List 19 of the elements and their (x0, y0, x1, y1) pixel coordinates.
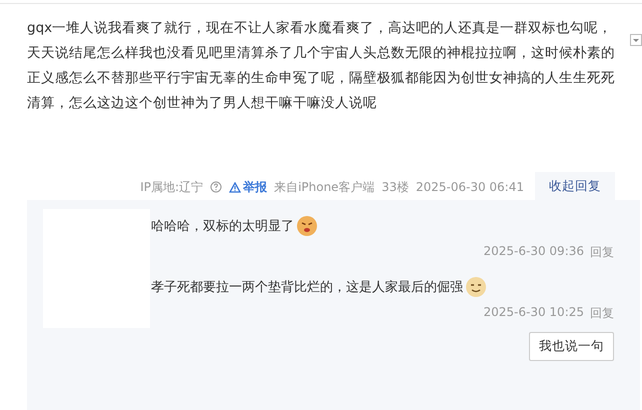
reply-text: 哈哈哈，双标的太明显了 (151, 218, 294, 235)
reply-link[interactable]: 回复 (590, 305, 614, 322)
dropdown-icon[interactable] (630, 34, 642, 46)
angry-face-icon (296, 215, 318, 237)
ip-location: IP属地:辽宁 (140, 178, 204, 196)
warning-icon (229, 182, 242, 192)
reply-link[interactable]: 回复 (590, 244, 614, 261)
collapse-replies-tab[interactable]: 收起回复 (535, 172, 615, 200)
add-reply-button[interactable]: 我也说一句 (529, 332, 614, 361)
help-icon[interactable] (210, 181, 222, 193)
post-time: 2025-06-30 06:41 (416, 180, 524, 194)
report-link[interactable]: 举报 (229, 178, 268, 196)
floor-number: 33楼 (382, 178, 409, 196)
post-text: gqx一堆人说我看爽了就行，现在不让人家看水魔看爽了，高达吧的人还真是一群双标也勾呢，天天说结尾怎么样我也没看见吧里清算杀了几个宇宙人头总数无限的神棍拉拉啊，这时候朴素的正义感怎么不替那些平行宇宙无辜的生命申冤了呢，隔壁极狐都能因为创世女神搞的人生生死死清算，怎么这边这个创世神为了男人想干嘛干嘛没人说呢 (27, 19, 616, 113)
smirk-face-icon (465, 276, 487, 298)
reply-time: 2025-6-30 10:25 (484, 305, 584, 321)
client-source: 来自iPhone客户端 (274, 178, 375, 196)
reply-time: 2025-6-30 09:36 (484, 244, 584, 260)
reply-text: 孝子死都要拉一两个垫背比烂的，这是人家最后的倔强 (151, 279, 463, 296)
